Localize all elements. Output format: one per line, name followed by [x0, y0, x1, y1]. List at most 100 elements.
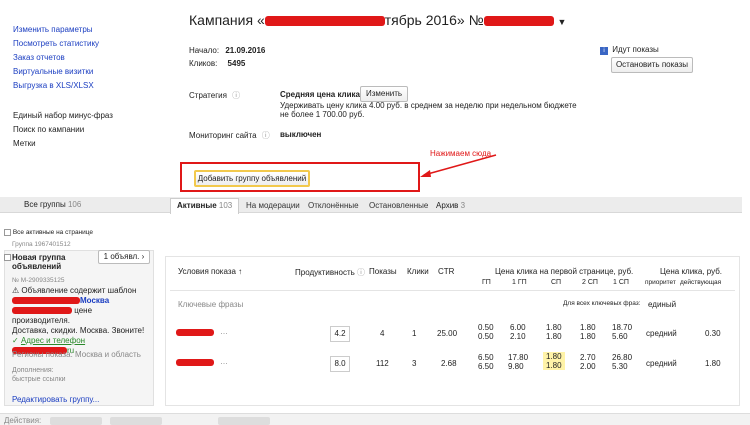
- bid-2sp-2: 1.80: [580, 332, 596, 341]
- bid-1gp-2: 2.10: [510, 332, 526, 341]
- group-extras-label: Дополнения:: [12, 367, 54, 374]
- bid-gp-2: 6.50: [478, 362, 494, 371]
- active-bid-value: 1.80: [705, 359, 721, 368]
- priority-value[interactable]: средний: [646, 359, 677, 368]
- menu-link-change-params[interactable]: Изменить параметры: [13, 25, 163, 39]
- address-link-text: Адрес и телефон: [20, 336, 86, 345]
- title-prefix: Кампания «: [189, 12, 265, 28]
- help-icon[interactable]: ⓘ: [357, 268, 365, 277]
- bid-1sp-1: 18.70: [612, 323, 633, 332]
- header-shows: Показы: [369, 267, 397, 276]
- ad-title[interactable]: Москва: [12, 296, 152, 306]
- header-sub-sp: СП: [551, 279, 562, 286]
- more-icon[interactable]: …: [220, 327, 228, 336]
- action-button[interactable]: [218, 417, 270, 425]
- add-ad-group-button[interactable]: Добавить группу объявлений: [194, 170, 310, 187]
- ad-warning-text: Объявление содержит шаблон: [21, 286, 137, 295]
- shows-value: 4: [380, 329, 385, 338]
- shows-value: 112: [376, 359, 389, 368]
- action-button[interactable]: [110, 417, 162, 425]
- bid-gp-2: 0.50: [478, 332, 494, 341]
- bid-2sp-1: 1.80: [580, 323, 596, 332]
- bid-2sp: 2.70 2.00: [580, 353, 596, 371]
- menu-minus-phrases[interactable]: Единый набор минус-фраз: [13, 111, 163, 125]
- select-all-active[interactable]: Все активные на странице: [4, 229, 93, 236]
- shows-status: i Идут показы: [600, 45, 659, 55]
- tab-active[interactable]: Активные 103: [170, 198, 240, 214]
- ad-card: № M-2909335125 ⚠ Объявление содержит шаб…: [12, 276, 152, 356]
- action-button[interactable]: [50, 417, 102, 425]
- all-keywords-label: Для всех ключевых фраз:: [563, 300, 641, 307]
- menu-link-reports[interactable]: Заказ отчетов: [13, 53, 163, 67]
- select-all-label: Все активные на странице: [12, 229, 94, 237]
- left-menu: Изменить параметры Посмотреть статистику…: [13, 25, 163, 95]
- redaction-mark: [176, 329, 214, 336]
- stop-shows-button[interactable]: Остановить показы: [611, 57, 693, 73]
- change-strategy-button[interactable]: Изменить: [360, 86, 408, 102]
- shows-status-text: Идут показы: [612, 45, 659, 54]
- title-mid: тябрь 2016: [384, 12, 457, 28]
- address-link[interactable]: ✓ Адрес и телефон: [12, 336, 152, 346]
- menu-link-statistics[interactable]: Посмотреть статистику: [13, 39, 163, 53]
- tab-stopped[interactable]: Остановленные: [369, 201, 428, 210]
- chevron-down-icon[interactable]: ▼: [557, 17, 566, 27]
- redaction-mark: [483, 16, 554, 27]
- ad-text-line-1: цене производителя.: [12, 306, 152, 326]
- header-active: действующая: [680, 279, 722, 286]
- bid-1sp-1: 26.80: [612, 353, 633, 362]
- more-icon[interactable]: …: [220, 357, 228, 366]
- bid-1gp-2: 9.80: [508, 362, 524, 371]
- group-checkbox[interactable]: [4, 254, 11, 261]
- header-conditions[interactable]: Условия показа ↑: [178, 267, 242, 276]
- tab-all-groups[interactable]: Все группы 106: [24, 200, 81, 209]
- menu-search-campaign[interactable]: Поиск по кампании: [13, 125, 163, 139]
- help-icon[interactable]: ⓘ: [232, 91, 240, 100]
- info-icon: i: [600, 47, 608, 55]
- checkbox[interactable]: [4, 229, 11, 236]
- header-sub-1gp: 1 ГП: [512, 279, 527, 286]
- monitoring-label: Мониторинг сайта ⓘ: [189, 130, 270, 141]
- bid-1sp-2: 5.30: [612, 362, 628, 371]
- group-id: Группа 1967401512: [12, 241, 71, 248]
- tab-archive[interactable]: Архив 3: [436, 201, 465, 210]
- header-divider: [170, 290, 735, 291]
- ad-title-suffix: Москва: [80, 296, 110, 305]
- tab-moderation[interactable]: На модерации: [246, 201, 300, 210]
- bid-gp-1: 6.50: [478, 353, 494, 362]
- redaction-mark: [12, 307, 72, 315]
- redaction-mark: [176, 359, 214, 366]
- ads-count-label: 1 объявл.: [103, 252, 140, 261]
- keywords-section-label: Ключевые фразы: [178, 300, 244, 309]
- monitoring-label-text: Мониторинг сайта: [189, 131, 257, 140]
- bid-2sp-2: 2.00: [580, 362, 596, 371]
- bid-1gp: 17.80 9.80: [508, 353, 528, 371]
- bid-sp: 1.80 1.80: [546, 323, 562, 341]
- annotation-text: Нажимаем сюда: [430, 149, 492, 158]
- menu-tags[interactable]: Метки: [13, 139, 163, 153]
- menu-link-export[interactable]: Выгрузка в XLS/XLSX: [13, 81, 163, 95]
- ctr-value: 2.68: [441, 359, 457, 368]
- strategy-label: Стратегия ⓘ: [189, 90, 240, 101]
- page-title: Кампания « тябрь 2016» № ▼: [189, 12, 566, 28]
- group-extras-value: быстрые ссылки: [12, 376, 66, 383]
- group-regions: Регионы показа: Москва и область: [12, 350, 141, 359]
- title-suffix: » №: [456, 12, 484, 28]
- header-sub-gp: ГП: [482, 279, 491, 286]
- table-row: … 8.0 112 3 2.68 6.50 6.50 17.80 9.80 1.80…: [170, 352, 735, 380]
- header-clicks: Клики: [407, 267, 429, 276]
- monitoring-value: выключен: [280, 130, 322, 139]
- help-icon[interactable]: ⓘ: [262, 131, 270, 140]
- tab-active-label: Активные: [177, 201, 217, 210]
- strategy-label-text: Стратегия: [189, 91, 227, 100]
- menu-link-vcards[interactable]: Виртуальные визитки: [13, 67, 163, 81]
- tab-all-label: Все группы: [24, 200, 66, 209]
- tab-archive-label: Архив: [436, 201, 459, 210]
- priority-value[interactable]: средний: [646, 329, 677, 338]
- edit-group-link[interactable]: Редактировать группу...: [12, 395, 99, 404]
- unified-priority-label: единый: [648, 300, 677, 309]
- tab-rejected[interactable]: Отклонённые: [308, 201, 359, 210]
- tab-all-count: 106: [67, 200, 82, 209]
- ads-count-button[interactable]: 1 объявл. ›: [98, 250, 150, 264]
- active-bid-value: 0.30: [705, 329, 721, 338]
- productivity-value: 4.2: [330, 326, 350, 342]
